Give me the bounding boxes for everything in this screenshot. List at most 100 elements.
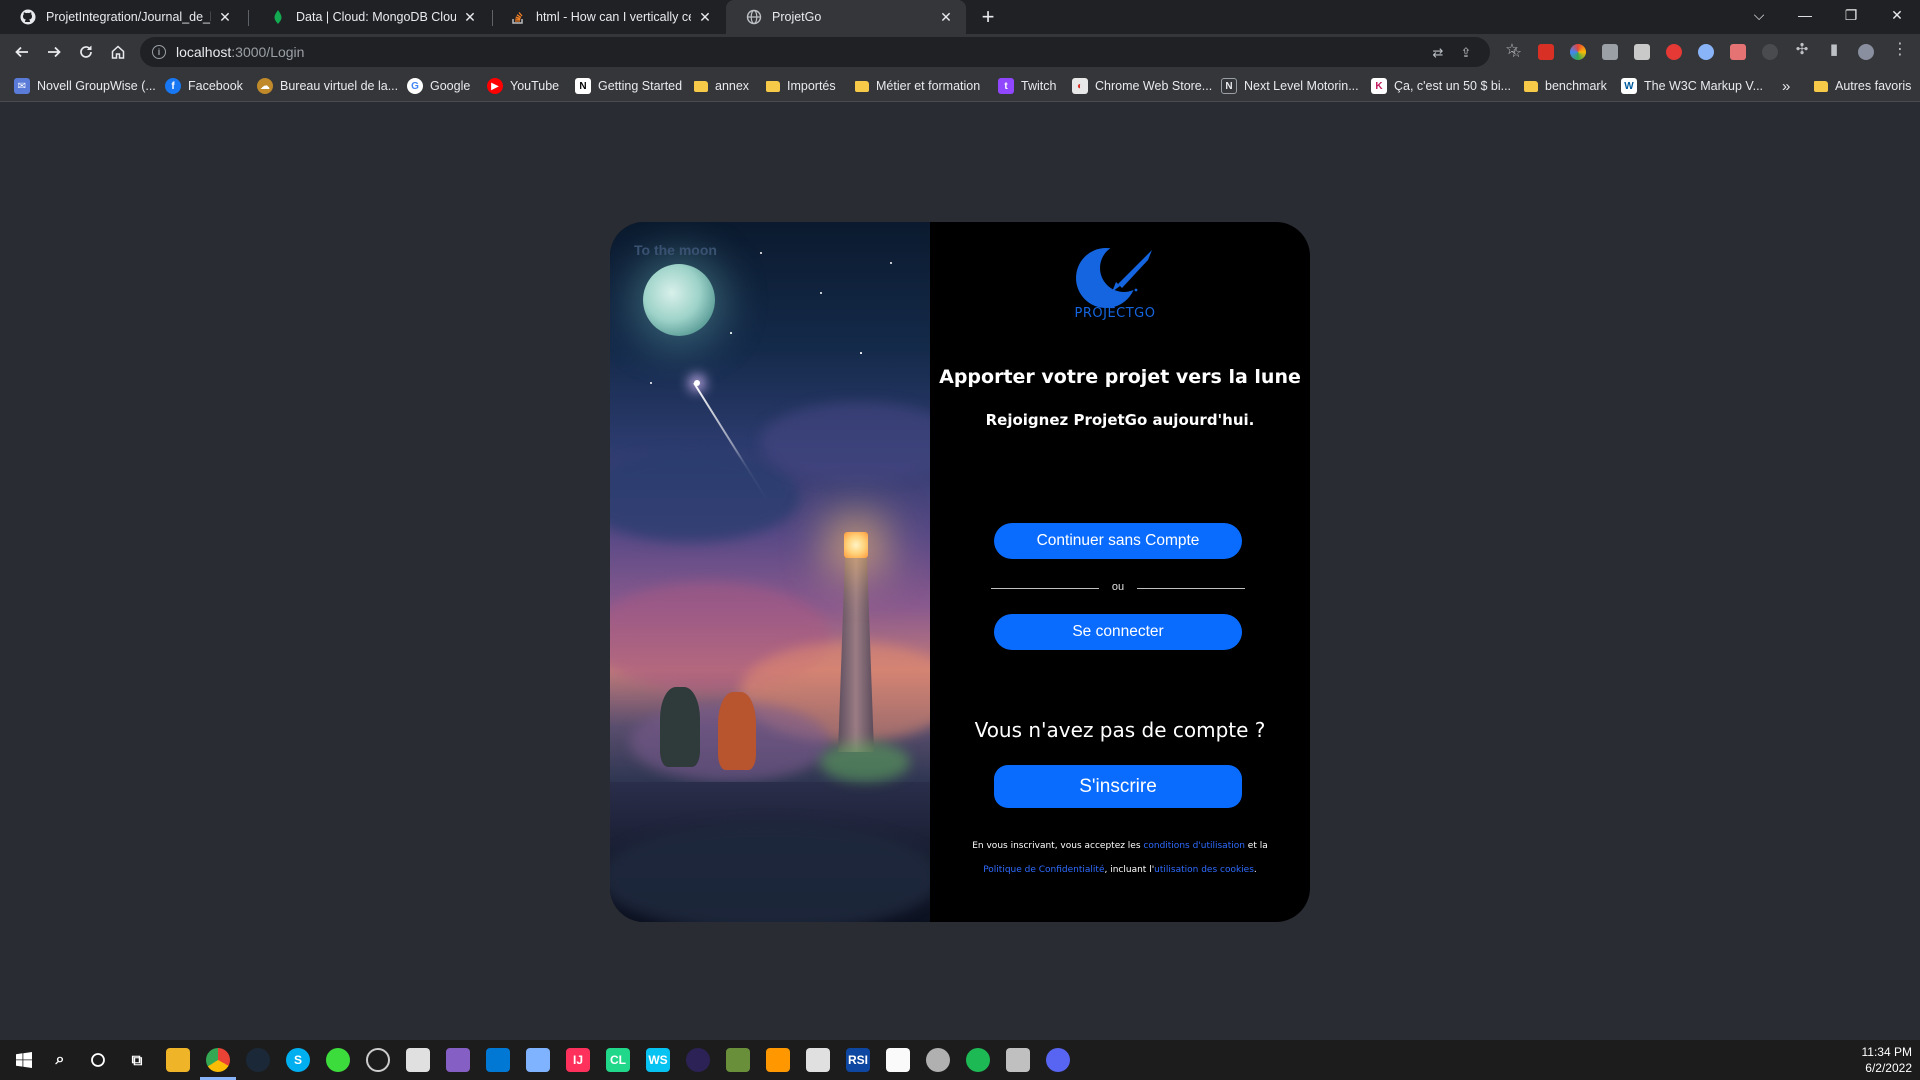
terms-link[interactable]: conditions d'utilisation	[1143, 841, 1245, 851]
extension-color-icon[interactable]	[1570, 44, 1586, 60]
bookmark-item[interactable]: f Facebook	[165, 77, 243, 95]
profile-avatar-icon[interactable]	[1858, 44, 1874, 60]
clion-icon[interactable]: CL	[606, 1048, 630, 1072]
bookmark-folder[interactable]: Importés	[766, 77, 836, 95]
spotify-icon[interactable]	[966, 1048, 990, 1072]
home-button[interactable]	[104, 38, 132, 66]
restore-button[interactable]: ❐	[1828, 0, 1874, 30]
bookmark-label: Getting Started	[598, 79, 683, 93]
chrome-icon[interactable]	[206, 1048, 230, 1072]
puzzle-extensions-icon[interactable]: ✣	[1794, 42, 1810, 58]
bookmark-item[interactable]: ◐ Chrome Web Store...	[1072, 77, 1212, 95]
windows-start-icon[interactable]	[12, 1048, 36, 1072]
translate-icon[interactable]: ⇄	[1430, 45, 1446, 61]
extension-gray-icon[interactable]	[1762, 44, 1778, 60]
side-panel-icon[interactable]: ▮	[1826, 42, 1842, 58]
bookmark-item[interactable]: K Ça, c'est un 50 $ bi...	[1371, 77, 1511, 95]
cookies-link[interactable]: utilisation des cookies	[1154, 865, 1254, 875]
other-bookmarks-folder[interactable]: Autres favoris	[1814, 77, 1911, 95]
steam-icon[interactable]	[246, 1048, 270, 1072]
extension-gmail-icon[interactable]	[1538, 44, 1554, 60]
tab-mongodb[interactable]: Data | Cloud: MongoDB Cloud ✕	[250, 0, 490, 34]
bookmark-item[interactable]: G Google	[407, 77, 470, 95]
login-panel: PROJECTGO Apporter votre projet vers la …	[930, 222, 1310, 922]
google-icon: G	[407, 78, 423, 94]
share-icon[interactable]: ⇪	[1458, 45, 1474, 61]
more-bookmarks-button[interactable]: »	[1782, 77, 1790, 95]
folder-icon	[1814, 80, 1828, 92]
extension-ublock-icon[interactable]	[1666, 44, 1682, 60]
extension-k-icon[interactable]	[1634, 44, 1650, 60]
tab-stackoverflow[interactable]: html - How can I vertically center ✕	[490, 0, 725, 34]
system-clock[interactable]: 11:34 PM 6/2/2022	[1862, 1044, 1912, 1076]
skype-icon[interactable]: S	[286, 1048, 310, 1072]
address-bar[interactable]: i localhost:3000/Login ⇄ ⇪ ☆	[140, 37, 1522, 67]
tab-github[interactable]: ProjetIntegration/Journal_de_bor ✕	[0, 0, 245, 34]
tab-search-icon[interactable]: ⌵	[1736, 0, 1782, 30]
layers-app-icon[interactable]	[406, 1048, 430, 1072]
signup-button[interactable]: S'inscrire	[994, 765, 1242, 808]
search-icon[interactable]: ⌕	[48, 1048, 72, 1072]
bookmark-folder[interactable]: Métier et formation	[855, 77, 980, 95]
cube-app-icon[interactable]	[526, 1048, 550, 1072]
bookmark-item[interactable]: ☁ Bureau virtuel de la...	[257, 77, 398, 95]
close-icon[interactable]: ✕	[462, 9, 478, 26]
visual-studio-icon[interactable]	[446, 1048, 470, 1072]
art-caption: To the moon	[634, 242, 717, 258]
privacy-policy-link[interactable]: Politique de Confidentialité	[983, 865, 1104, 875]
bookmark-item[interactable]: W The W3C Markup V...	[1621, 77, 1763, 95]
forward-button[interactable]	[40, 38, 68, 66]
bookmark-item[interactable]: ✉ Novell GroupWise (...	[14, 77, 156, 95]
bookmark-item[interactable]: N Next Level Motorin...	[1221, 77, 1359, 95]
star	[650, 382, 652, 384]
app-icon[interactable]	[766, 1048, 790, 1072]
rsi-icon[interactable]: RSI	[846, 1048, 870, 1072]
logo-text: PROJECTGO	[1075, 306, 1156, 320]
bookmark-label: Twitch	[1021, 79, 1057, 93]
close-icon[interactable]: ✕	[217, 9, 233, 26]
webstorm-icon[interactable]: WS	[646, 1048, 670, 1072]
bookmark-folder[interactable]: benchmark	[1524, 77, 1607, 95]
minecraft-icon[interactable]	[726, 1048, 750, 1072]
continue-without-account-button[interactable]: Continuer sans Compte	[994, 523, 1242, 559]
extension-gamepad-icon[interactable]	[1602, 44, 1618, 60]
close-icon[interactable]: ✕	[697, 9, 713, 26]
eclipse-icon[interactable]	[686, 1048, 710, 1072]
new-tab-button[interactable]: +	[975, 4, 1001, 30]
cloud-sync-icon[interactable]	[326, 1048, 350, 1072]
bookmark-star-icon[interactable]: ☆	[1504, 42, 1520, 58]
cortana-icon[interactable]	[86, 1048, 110, 1072]
bookmark-item[interactable]: N Getting Started	[575, 77, 682, 95]
kebab-menu-icon[interactable]: ⋮	[1892, 42, 1908, 58]
file-explorer-icon[interactable]	[166, 1048, 190, 1072]
app-icon[interactable]	[926, 1048, 950, 1072]
bookmark-item[interactable]: t Twitch	[998, 77, 1056, 95]
reload-button[interactable]	[72, 38, 100, 66]
login-button[interactable]: Se connecter	[994, 614, 1242, 650]
intellij-icon[interactable]: IJ	[566, 1048, 590, 1072]
vscode-icon[interactable]	[486, 1048, 510, 1072]
bookmark-label: Google	[430, 79, 471, 93]
url-host: localhost	[176, 44, 232, 60]
close-window-button[interactable]: ✕	[1874, 0, 1920, 30]
minimize-button[interactable]: —	[1782, 0, 1828, 30]
info-icon[interactable]: i	[152, 45, 166, 59]
home-icon	[111, 45, 125, 59]
notepad-icon[interactable]	[886, 1048, 910, 1072]
extension-search-icon[interactable]	[1698, 44, 1714, 60]
task-view-icon[interactable]: ⧉	[125, 1048, 149, 1072]
obs-icon[interactable]	[366, 1048, 390, 1072]
back-button[interactable]	[8, 38, 36, 66]
document-app-icon[interactable]	[806, 1048, 830, 1072]
bookmark-item[interactable]: ▶ YouTube	[487, 77, 559, 95]
close-icon[interactable]: ✕	[938, 9, 954, 26]
nlm-icon: N	[1221, 78, 1237, 94]
app-icon[interactable]	[1006, 1048, 1030, 1072]
extension-red-icon[interactable]	[1730, 44, 1746, 60]
discord-icon[interactable]	[1046, 1048, 1070, 1072]
bookmarks-bar: ✉ Novell GroupWise (... f Facebook ☁ Bureau…	[0, 70, 1920, 102]
tab-projetgo[interactable]: ProjetGo ✕	[726, 0, 966, 34]
glow-grass	[820, 742, 910, 782]
page-viewport: To the moon PROJECTGO Apporter votre pro…	[0, 102, 1920, 1040]
bookmark-folder[interactable]: annex	[694, 77, 749, 95]
